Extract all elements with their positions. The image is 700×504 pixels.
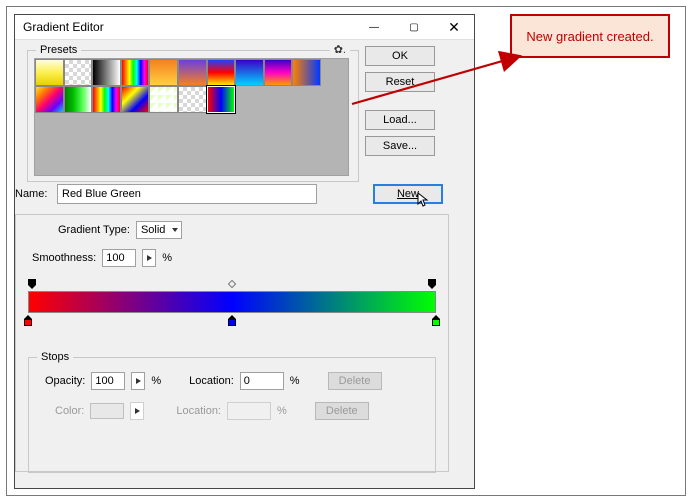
- preset-swatch[interactable]: [292, 59, 321, 86]
- opacity-input[interactable]: 100: [91, 372, 125, 390]
- preset-swatch[interactable]: [35, 59, 64, 86]
- location-input-2: [227, 402, 271, 420]
- preset-swatch[interactable]: [207, 86, 236, 113]
- close-button[interactable]: ✕: [434, 15, 474, 39]
- location-label-2: Location:: [176, 405, 221, 417]
- location-label-1: Location:: [189, 375, 234, 387]
- reset-button[interactable]: Reset: [365, 72, 435, 92]
- color-stepper: [130, 402, 144, 420]
- smoothness-input[interactable]: 100: [102, 249, 136, 267]
- minimize-button[interactable]: —: [354, 15, 394, 39]
- opacity-stop-right[interactable]: [427, 279, 437, 289]
- delete-color-button: Delete: [315, 402, 369, 420]
- client-area: Presets ✿. OK Reset Load... Save... Name…: [15, 40, 474, 488]
- stops-legend: Stops: [37, 351, 73, 363]
- preset-swatch[interactable]: [64, 59, 93, 86]
- stops-group: Stops Opacity: 100 % Location: 0 % Delet…: [28, 357, 436, 473]
- color-stop[interactable]: [227, 315, 237, 325]
- preset-swatch[interactable]: [64, 86, 93, 113]
- ok-button[interactable]: OK: [365, 46, 435, 66]
- smoothness-label: Smoothness:: [32, 252, 96, 264]
- preset-swatch[interactable]: [92, 59, 121, 86]
- save-button[interactable]: Save...: [365, 136, 435, 156]
- annotation-callout: New gradient created.: [510, 14, 670, 58]
- opacity-pct: %: [151, 375, 161, 387]
- smoothness-stepper[interactable]: [142, 249, 156, 267]
- preset-swatch[interactable]: [264, 59, 293, 86]
- gradient-editor-window: Gradient Editor — ▢ ✕ Presets ✿. OK Rese…: [14, 14, 475, 489]
- name-row: Name: Red Blue Green New: [15, 184, 474, 204]
- color-stop[interactable]: [431, 315, 441, 325]
- gradient-section: Gradient Type: Solid Smoothness: 100 % S…: [15, 214, 449, 472]
- smoothness-pct: %: [162, 252, 172, 264]
- preset-swatch[interactable]: [149, 59, 178, 86]
- preset-swatch[interactable]: [235, 59, 264, 86]
- opacity-label: Opacity:: [45, 375, 85, 387]
- preset-swatch[interactable]: [149, 86, 178, 113]
- presets-grid[interactable]: [34, 58, 349, 176]
- preset-swatch[interactable]: [121, 86, 150, 113]
- location-pct-2: %: [277, 405, 287, 417]
- gradient-bar-area: [28, 279, 436, 331]
- window-buttons: — ▢ ✕: [354, 15, 474, 39]
- preset-swatch[interactable]: [35, 86, 64, 113]
- presets-legend: Presets: [36, 44, 81, 56]
- maximize-button[interactable]: ▢: [394, 15, 434, 39]
- color-label: Color:: [55, 405, 84, 417]
- location-pct-1: %: [290, 375, 300, 387]
- gradient-type-select[interactable]: Solid: [136, 221, 182, 239]
- side-buttons: OK Reset Load... Save...: [365, 46, 435, 156]
- preset-swatch[interactable]: [92, 86, 121, 113]
- cursor-icon: [417, 192, 431, 208]
- location-input-1[interactable]: 0: [240, 372, 284, 390]
- color-stop[interactable]: [23, 315, 33, 325]
- preset-swatch[interactable]: [121, 59, 150, 86]
- preset-swatch[interactable]: [178, 59, 207, 86]
- gradient-type-label: Gradient Type:: [58, 224, 130, 236]
- preset-swatch[interactable]: [178, 86, 207, 113]
- gradient-bar[interactable]: [28, 291, 436, 313]
- color-well: [90, 403, 124, 419]
- delete-opacity-button: Delete: [328, 372, 382, 390]
- midpoint-diamond[interactable]: [228, 280, 236, 288]
- opacity-stop-left[interactable]: [27, 279, 37, 289]
- preset-swatch[interactable]: [207, 59, 236, 86]
- new-button[interactable]: New: [373, 184, 443, 204]
- presets-group: Presets ✿.: [27, 50, 359, 182]
- opacity-stepper[interactable]: [131, 372, 145, 390]
- new-button-label: New: [397, 188, 419, 200]
- load-button[interactable]: Load...: [365, 110, 435, 130]
- name-input[interactable]: Red Blue Green: [57, 184, 317, 204]
- titlebar: Gradient Editor — ▢ ✕: [15, 15, 474, 40]
- gear-icon[interactable]: ✿.: [330, 43, 350, 56]
- name-label: Name:: [15, 188, 51, 200]
- window-title: Gradient Editor: [15, 20, 354, 34]
